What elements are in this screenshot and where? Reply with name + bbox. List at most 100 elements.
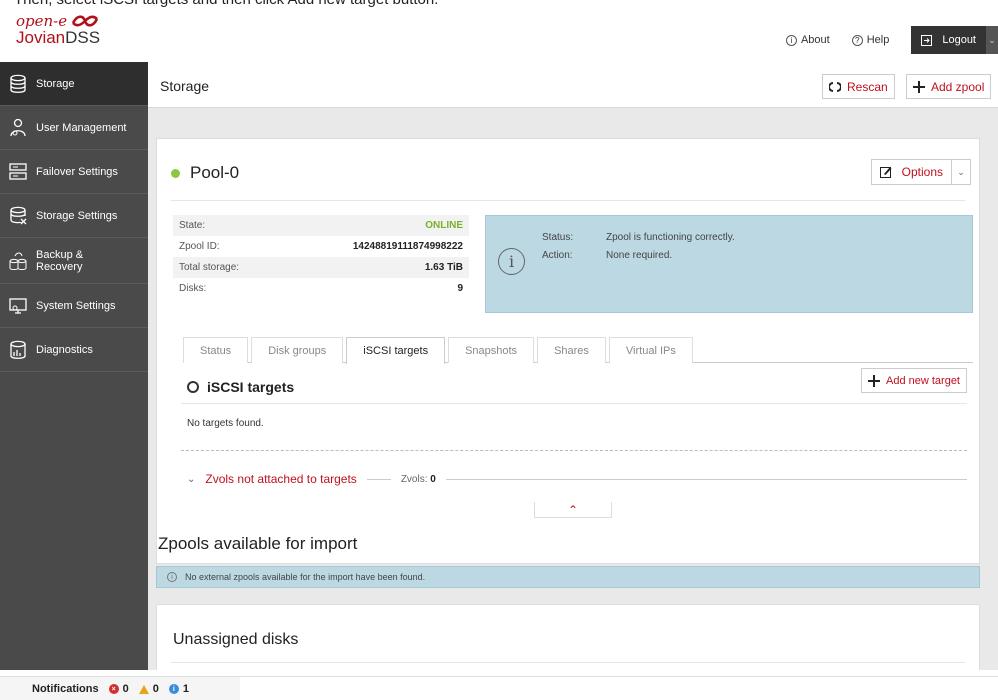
edit-icon (879, 167, 892, 178)
database-icon (8, 73, 28, 95)
sidebar-item-system-settings[interactable]: System Settings (0, 284, 148, 328)
zvols-count: Zvols: 0 (401, 474, 436, 485)
info-count: i 1 (168, 683, 189, 695)
rescan-button[interactable]: Rescan (822, 74, 895, 99)
info-key: Zpool ID: (179, 241, 220, 252)
warning-count-value: 0 (152, 683, 159, 695)
zvols-count-value: 0 (430, 473, 436, 485)
notifications-bar[interactable]: Notifications × 0 0 i 1 (0, 677, 240, 700)
diagnostics-icon (8, 339, 28, 361)
import-note-text: No external zpools available for the imp… (185, 572, 426, 582)
sidebar-item-label: Diagnostics (36, 343, 93, 356)
divider (445, 478, 967, 480)
logout-button[interactable]: Logout (911, 26, 986, 54)
tab-iscsi-targets[interactable]: iSCSI targets (346, 337, 446, 364)
import-section-title: Zpools available for import (158, 534, 358, 553)
status-row: Status: Zpool is functioning correctly. (542, 232, 735, 243)
zvols-link[interactable]: Zvols not attached to targets (205, 472, 356, 486)
tab-status[interactable]: Status (183, 337, 249, 363)
error-icon: × (108, 684, 119, 694)
iscsi-section-title: iSCSI targets (187, 379, 294, 395)
info-value: ONLINE (425, 220, 463, 231)
options-button[interactable]: Options ⌄ (870, 159, 971, 185)
database-settings-icon (8, 205, 28, 227)
info-icon: i (498, 248, 525, 275)
warning-icon (138, 684, 149, 694)
info-key: State: (179, 220, 206, 231)
question-circle-icon: ? (851, 34, 863, 46)
tab-snapshots[interactable]: Snapshots (448, 337, 535, 363)
sidebar-item-storage-settings[interactable]: Storage Settings (0, 194, 148, 238)
action-value: None required. (606, 250, 673, 261)
app-window: Then, select iSCSI targets and then clic… (0, 0, 998, 700)
logo-mark-icon (71, 15, 99, 27)
rescan-label: Rescan (847, 79, 888, 94)
import-info-note: i No external zpools available for the i… (156, 566, 980, 588)
zvols-toggle[interactable]: ⌄ Zvols not attached to targets Zvols: 0 (187, 472, 967, 486)
error-count: × 0 (108, 683, 129, 695)
logo: open-e JovianDSS (16, 12, 100, 48)
sidebar: Storage User Management Failover Setting… (0, 62, 148, 670)
divider (181, 403, 967, 404)
pool-name: Pool-0 (190, 163, 240, 182)
status-value: Zpool is functioning correctly. (606, 232, 735, 243)
server-failover-icon (8, 161, 28, 183)
tab-shares[interactable]: Shares (537, 337, 606, 363)
info-count-value: 1 (182, 683, 189, 695)
chevron-down-icon[interactable]: ⌄ (952, 167, 970, 178)
info-circle-icon: i (785, 34, 797, 46)
plus-icon (868, 374, 880, 387)
action-key: Action: (542, 250, 573, 261)
chevron-down-icon: ⌄ (988, 34, 996, 45)
sidebar-item-user-management[interactable]: User Management (0, 106, 148, 150)
about-link[interactable]: i About (785, 34, 830, 46)
info-value: 14248819111874998222 (352, 241, 463, 252)
add-zpool-button[interactable]: Add zpool (906, 74, 992, 99)
sidebar-item-failover-settings[interactable]: Failover Settings (0, 150, 148, 194)
info-icon: i (168, 684, 179, 694)
pool-card: Pool-0 Options ⌄ State: ONLINE Zpool ID:… (156, 138, 980, 564)
sidebar-item-storage[interactable]: Storage (0, 62, 148, 106)
sidebar-item-backup-recovery[interactable]: Backup & Recovery (0, 238, 148, 284)
help-link[interactable]: ? Help (851, 34, 889, 46)
info-key: Disks: (179, 283, 207, 294)
pool-status-dot (171, 168, 180, 178)
tab-disk-groups[interactable]: Disk groups (251, 337, 344, 363)
info-row-state: State: ONLINE (173, 215, 469, 236)
backup-icon (8, 250, 28, 272)
empty-state-text: No targets found. (187, 418, 264, 429)
system-settings-icon (8, 295, 28, 317)
sidebar-item-diagnostics[interactable]: Diagnostics (0, 328, 148, 372)
chevron-up-icon: ⌃ (567, 502, 579, 517)
instruction-text: Then, select iSCSI targets and then clic… (14, 0, 438, 8)
divider (171, 662, 965, 663)
unassigned-disks-card: Unassigned disks (156, 604, 980, 670)
top-header: open-e JovianDSS i About ? Help Logout ⌄ (0, 8, 998, 62)
about-label: About (800, 34, 830, 46)
page-title: Storage (160, 78, 210, 94)
add-new-target-label: Add new target (886, 374, 960, 387)
tab-virtual-ips[interactable]: Virtual IPs (608, 337, 693, 363)
logo-brand: Jovian (16, 28, 66, 47)
dashed-divider (181, 450, 967, 451)
main-content: Storage Rescan Add zpool Pool-0 Options (148, 62, 998, 670)
status-key: Status: (542, 232, 574, 243)
pool-tabs: Status Disk groups iSCSI targets Snapsho… (183, 337, 973, 364)
collapse-toggle[interactable]: ⌃ (534, 502, 612, 518)
add-new-target-button[interactable]: Add new target (861, 368, 967, 393)
logout-dropdown-toggle[interactable]: ⌄ (986, 26, 998, 54)
unassigned-title: Unassigned disks (173, 631, 299, 648)
info-icon: i (167, 572, 177, 582)
options-label: Options (901, 165, 943, 179)
sidebar-item-label: Backup & Recovery (36, 248, 84, 273)
logout-icon (921, 34, 933, 46)
divider (171, 200, 965, 201)
pool-status-box: i Status: Zpool is functioning correctly… (485, 215, 973, 313)
warning-count: 0 (138, 683, 159, 695)
sidebar-item-label: Storage Settings (36, 209, 118, 222)
action-row: Action: None required. (542, 250, 672, 261)
ring-icon (187, 381, 199, 393)
info-value: 9 (457, 283, 463, 294)
divider (366, 478, 391, 480)
logout-label: Logout (942, 34, 976, 46)
